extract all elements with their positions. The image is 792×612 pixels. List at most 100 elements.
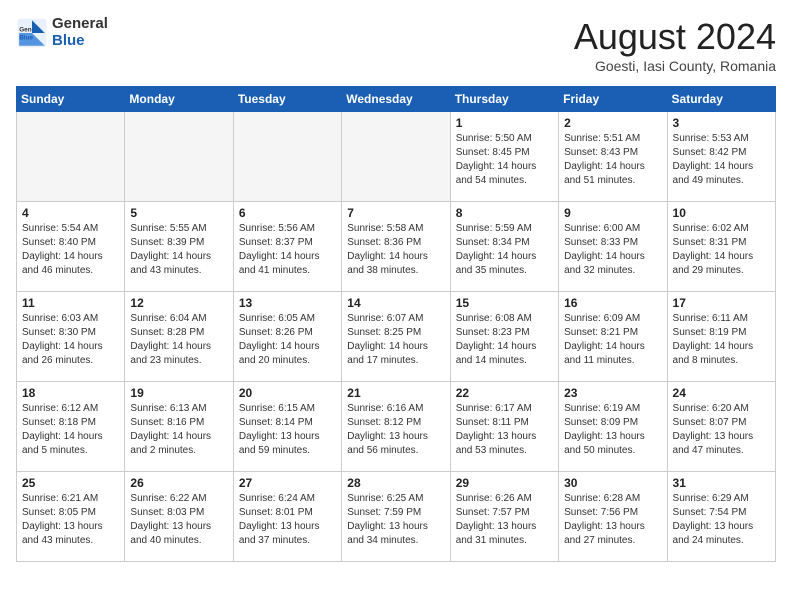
day-number: 22 — [456, 386, 553, 400]
empty-cell — [17, 112, 125, 202]
day-cell-4: 4 Sunrise: 5:54 AM Sunset: 8:40 PM Daylig… — [17, 202, 125, 292]
day-info: Sunrise: 6:05 AM Sunset: 8:26 PM Dayligh… — [239, 312, 336, 368]
location-text: Goesti, Iasi County, Romania — [574, 58, 776, 74]
weekday-header-row: SundayMondayTuesdayWednesdayThursdayFrid… — [17, 87, 776, 112]
day-number: 7 — [347, 206, 444, 220]
day-info: Sunrise: 6:17 AM Sunset: 8:11 PM Dayligh… — [456, 402, 553, 458]
week-row-5: 25Sunrise: 6:21 AM Sunset: 8:05 PM Dayli… — [17, 472, 776, 562]
day-cell-2: 2 Sunrise: 5:51 AM Sunset: 8:43 PM Daylig… — [559, 112, 667, 202]
day-number: 20 — [239, 386, 336, 400]
day-number: 13 — [239, 296, 336, 310]
day-number: 29 — [456, 476, 553, 490]
day-info: Sunrise: 6:15 AM Sunset: 8:14 PM Dayligh… — [239, 402, 336, 458]
day-info: Sunrise: 6:00 AM Sunset: 8:33 PM Dayligh… — [564, 222, 661, 278]
day-info: Sunrise: 6:21 AM Sunset: 8:05 PM Dayligh… — [22, 492, 119, 548]
day-cell-16: 16 Sunrise: 6:09 AM Sunset: 8:21 PM Dayli… — [559, 292, 667, 382]
logo: Gen Blue General Blue — [16, 16, 108, 49]
day-cell-19: 19Sunrise: 6:13 AM Sunset: 8:16 PM Dayli… — [125, 382, 233, 472]
day-number: 16 — [564, 296, 661, 310]
day-cell-8: 8Sunrise: 5:59 AM Sunset: 8:34 PM Daylig… — [450, 202, 558, 292]
day-number: 11 — [22, 296, 119, 310]
day-number: 17 — [673, 296, 770, 310]
day-info: Sunrise: 6:25 AM Sunset: 7:59 PM Dayligh… — [347, 492, 444, 548]
day-info: Sunrise: 6:22 AM Sunset: 8:03 PM Dayligh… — [130, 492, 227, 548]
day-cell-25: 25Sunrise: 6:21 AM Sunset: 8:05 PM Dayli… — [17, 472, 125, 562]
day-info: Sunrise: 6:09 AM Sunset: 8:21 PM Dayligh… — [564, 312, 661, 368]
day-info: Sunrise: 5:59 AM Sunset: 8:34 PM Dayligh… — [456, 222, 553, 278]
day-number: 2 — [564, 116, 661, 130]
day-number: 31 — [673, 476, 770, 490]
day-number: 10 — [673, 206, 770, 220]
day-number: 14 — [347, 296, 444, 310]
day-cell-6: 6Sunrise: 5:56 AM Sunset: 8:37 PM Daylig… — [233, 202, 341, 292]
day-cell-31: 31 Sunrise: 6:29 AM Sunset: 7:54 PM Dayli… — [667, 472, 775, 562]
weekday-header-thursday: Thursday — [450, 87, 558, 112]
empty-cell — [125, 112, 233, 202]
day-info: Sunrise: 5:54 AM Sunset: 8:40 PM Dayligh… — [22, 222, 119, 278]
week-row-4: 18 Sunrise: 6:12 AM Sunset: 8:18 PM Dayli… — [17, 382, 776, 472]
day-cell-13: 13 Sunrise: 6:05 AM Sunset: 8:26 PM Dayli… — [233, 292, 341, 382]
day-number: 1 — [456, 116, 553, 130]
day-info: Sunrise: 6:16 AM Sunset: 8:12 PM Dayligh… — [347, 402, 444, 458]
day-cell-5: 5 Sunrise: 5:55 AM Sunset: 8:39 PM Daylig… — [125, 202, 233, 292]
week-row-2: 4 Sunrise: 5:54 AM Sunset: 8:40 PM Daylig… — [17, 202, 776, 292]
day-info: Sunrise: 6:19 AM Sunset: 8:09 PM Dayligh… — [564, 402, 661, 458]
day-number: 18 — [22, 386, 119, 400]
day-cell-7: 7 Sunrise: 5:58 AM Sunset: 8:36 PM Daylig… — [342, 202, 450, 292]
week-row-3: 11 Sunrise: 6:03 AM Sunset: 8:30 PM Dayli… — [17, 292, 776, 382]
day-info: Sunrise: 6:13 AM Sunset: 8:16 PM Dayligh… — [130, 402, 227, 458]
day-number: 5 — [130, 206, 227, 220]
day-info: Sunrise: 6:11 AM Sunset: 8:19 PM Dayligh… — [673, 312, 770, 368]
day-info: Sunrise: 5:55 AM Sunset: 8:39 PM Dayligh… — [130, 222, 227, 278]
day-number: 30 — [564, 476, 661, 490]
day-cell-11: 11 Sunrise: 6:03 AM Sunset: 8:30 PM Dayli… — [17, 292, 125, 382]
week-row-1: 1 Sunrise: 5:50 AM Sunset: 8:45 PM Daylig… — [17, 112, 776, 202]
day-info: Sunrise: 6:08 AM Sunset: 8:23 PM Dayligh… — [456, 312, 553, 368]
day-cell-27: 27Sunrise: 6:24 AM Sunset: 8:01 PM Dayli… — [233, 472, 341, 562]
day-info: Sunrise: 6:28 AM Sunset: 7:56 PM Dayligh… — [564, 492, 661, 548]
empty-cell — [342, 112, 450, 202]
svg-text:Blue: Blue — [19, 34, 33, 41]
day-cell-28: 28 Sunrise: 6:25 AM Sunset: 7:59 PM Dayli… — [342, 472, 450, 562]
weekday-header-monday: Monday — [125, 87, 233, 112]
day-info: Sunrise: 5:58 AM Sunset: 8:36 PM Dayligh… — [347, 222, 444, 278]
logo-blue-text: Blue — [52, 33, 108, 50]
day-info: Sunrise: 6:26 AM Sunset: 7:57 PM Dayligh… — [456, 492, 553, 548]
day-cell-1: 1 Sunrise: 5:50 AM Sunset: 8:45 PM Daylig… — [450, 112, 558, 202]
day-cell-9: 9 Sunrise: 6:00 AM Sunset: 8:33 PM Daylig… — [559, 202, 667, 292]
month-title: August 2024 — [574, 16, 776, 58]
weekday-header-saturday: Saturday — [667, 87, 775, 112]
day-cell-18: 18 Sunrise: 6:12 AM Sunset: 8:18 PM Dayli… — [17, 382, 125, 472]
day-info: Sunrise: 6:20 AM Sunset: 8:07 PM Dayligh… — [673, 402, 770, 458]
day-number: 28 — [347, 476, 444, 490]
day-info: Sunrise: 6:12 AM Sunset: 8:18 PM Dayligh… — [22, 402, 119, 458]
svg-text:Gen: Gen — [19, 26, 32, 33]
day-info: Sunrise: 5:53 AM Sunset: 8:42 PM Dayligh… — [673, 132, 770, 188]
day-info: Sunrise: 6:04 AM Sunset: 8:28 PM Dayligh… — [130, 312, 227, 368]
weekday-header-friday: Friday — [559, 87, 667, 112]
day-cell-10: 10 Sunrise: 6:02 AM Sunset: 8:31 PM Dayli… — [667, 202, 775, 292]
day-info: Sunrise: 5:50 AM Sunset: 8:45 PM Dayligh… — [456, 132, 553, 188]
weekday-header-sunday: Sunday — [17, 87, 125, 112]
day-info: Sunrise: 5:56 AM Sunset: 8:37 PM Dayligh… — [239, 222, 336, 278]
logo-general-text: General — [52, 16, 108, 33]
day-cell-30: 30 Sunrise: 6:28 AM Sunset: 7:56 PM Dayli… — [559, 472, 667, 562]
day-number: 21 — [347, 386, 444, 400]
day-number: 26 — [130, 476, 227, 490]
day-info: Sunrise: 5:51 AM Sunset: 8:43 PM Dayligh… — [564, 132, 661, 188]
day-number: 4 — [22, 206, 119, 220]
title-area: August 2024 Goesti, Iasi County, Romania — [574, 16, 776, 74]
day-info: Sunrise: 6:02 AM Sunset: 8:31 PM Dayligh… — [673, 222, 770, 278]
calendar-table: SundayMondayTuesdayWednesdayThursdayFrid… — [16, 86, 776, 562]
day-info: Sunrise: 6:07 AM Sunset: 8:25 PM Dayligh… — [347, 312, 444, 368]
logo-text: General Blue — [52, 16, 108, 49]
day-number: 24 — [673, 386, 770, 400]
day-number: 23 — [564, 386, 661, 400]
day-cell-29: 29 Sunrise: 6:26 AM Sunset: 7:57 PM Dayli… — [450, 472, 558, 562]
day-cell-20: 20 Sunrise: 6:15 AM Sunset: 8:14 PM Dayli… — [233, 382, 341, 472]
day-number: 9 — [564, 206, 661, 220]
day-info: Sunrise: 6:03 AM Sunset: 8:30 PM Dayligh… — [22, 312, 119, 368]
day-cell-26: 26 Sunrise: 6:22 AM Sunset: 8:03 PM Dayli… — [125, 472, 233, 562]
day-info: Sunrise: 6:29 AM Sunset: 7:54 PM Dayligh… — [673, 492, 770, 548]
day-number: 15 — [456, 296, 553, 310]
